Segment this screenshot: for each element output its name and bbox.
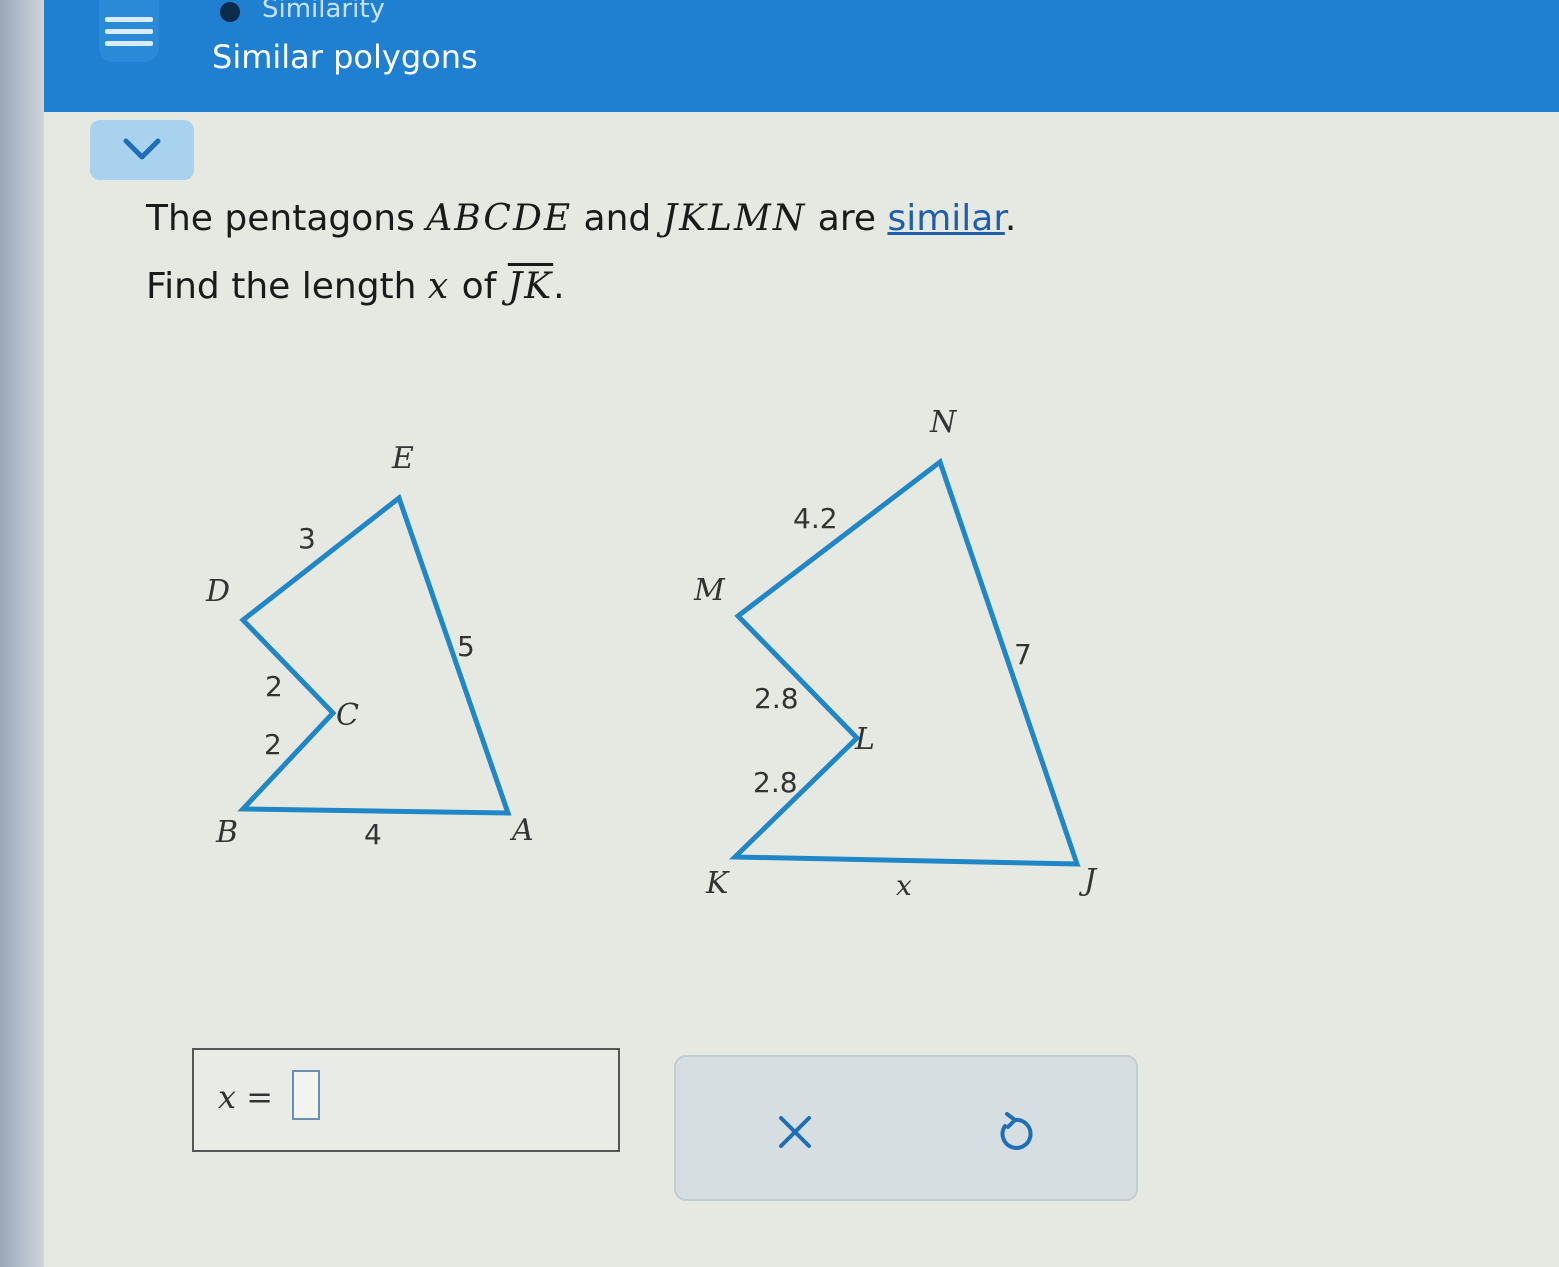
clear-button[interactable]: [760, 1097, 830, 1167]
side-label-cb: 2: [264, 728, 282, 761]
answer-label: x =: [218, 1078, 274, 1116]
vertex-k: K: [705, 866, 730, 901]
answer-input[interactable]: [292, 1070, 320, 1120]
side-label-kj: x: [896, 869, 912, 902]
answer-box: x =: [192, 1048, 620, 1152]
vertex-b: B: [215, 815, 238, 850]
undo-button[interactable]: [980, 1097, 1050, 1167]
side-label-dc: 2: [265, 670, 283, 703]
close-icon: [779, 1116, 811, 1148]
side-label-mn: 4.2: [793, 502, 838, 535]
answer-tools: [674, 1055, 1138, 1201]
vertex-c: C: [336, 698, 359, 733]
undo-icon: [1000, 1112, 1033, 1150]
vertex-d: D: [205, 574, 230, 609]
vertex-n: N: [929, 405, 958, 440]
side-label-de: 3: [298, 522, 316, 555]
vertex-l: L: [854, 722, 875, 757]
side-label-lk: 2.8: [753, 766, 798, 799]
vertex-a: A: [509, 813, 534, 848]
side-label-ml: 2.8: [754, 682, 799, 715]
vertex-j: J: [1078, 863, 1098, 898]
side-label-ea: 5: [457, 630, 475, 663]
side-label-ba: 4: [364, 818, 382, 851]
side-label-nj: 7: [1014, 638, 1032, 671]
vertex-m: M: [693, 573, 726, 608]
vertex-e: E: [391, 441, 414, 476]
